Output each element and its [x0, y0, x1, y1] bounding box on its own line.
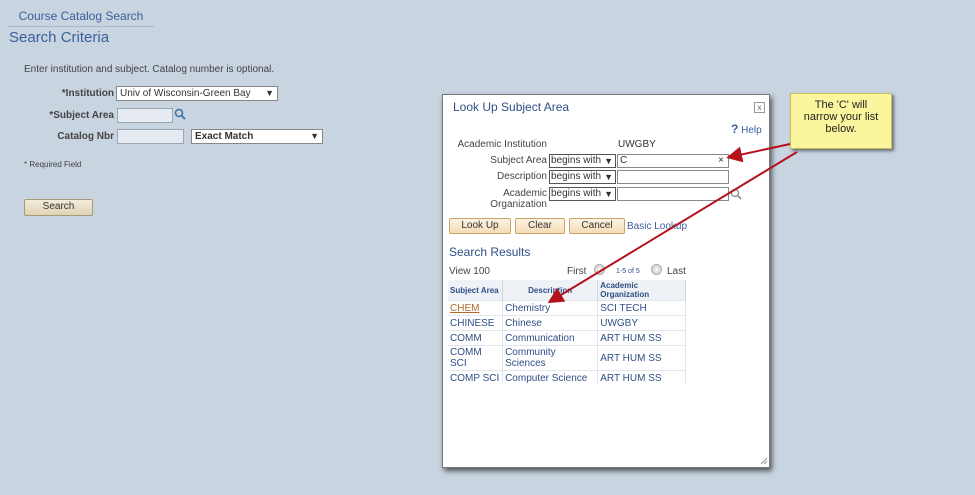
- annotation-arrows: [547, 143, 798, 304]
- arrow-to-subject-input: [726, 143, 791, 163]
- arrow-to-chem-row: [547, 151, 798, 304]
